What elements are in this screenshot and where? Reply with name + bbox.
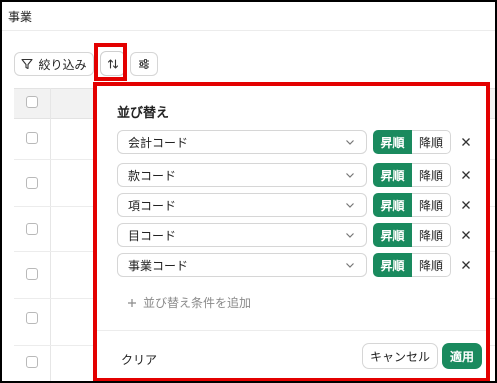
sort-condition-row: 会計コード 昇順 降順 <box>117 130 477 154</box>
cancel-button[interactable]: キャンセル <box>362 343 438 369</box>
sort-field-value: 款コード <box>128 168 177 183</box>
sort-condition-row: 事業コード 昇順 降順 <box>117 253 477 277</box>
sort-direction-toggle: 昇順 降順 <box>373 130 451 154</box>
sort-direction-toggle: 昇順 降順 <box>373 223 451 247</box>
sort-field-value: 会計コード <box>128 135 189 150</box>
filter-button[interactable]: 絞り込み <box>14 52 94 76</box>
descending-button[interactable]: 降順 <box>412 193 451 217</box>
ascending-button[interactable]: 昇順 <box>373 223 412 247</box>
filter-icon <box>21 58 34 70</box>
add-sort-condition-label: 並び替え条件を追加 <box>143 296 252 310</box>
sort-field-select[interactable]: 事業コード <box>117 253 367 277</box>
row-checkbox[interactable] <box>26 177 38 189</box>
header-divider <box>2 30 495 31</box>
sort-field-select[interactable]: 項コード <box>117 193 367 217</box>
ascending-button[interactable]: 昇順 <box>373 130 412 154</box>
sort-direction-toggle: 昇順 降順 <box>373 253 451 277</box>
column-settings-button[interactable] <box>130 52 158 76</box>
close-icon[interactable] <box>460 136 472 148</box>
panel-footer-divider <box>97 330 486 331</box>
sliders-icon <box>139 59 149 69</box>
sort-field-select[interactable]: 款コード <box>117 163 367 187</box>
page-title: 事業 <box>8 10 33 24</box>
plus-icon <box>128 298 136 307</box>
chevron-down-icon <box>346 233 354 238</box>
row-checkbox[interactable] <box>26 268 38 280</box>
column-divider <box>50 88 51 381</box>
ascending-button[interactable]: 昇順 <box>373 163 412 187</box>
row-checkbox[interactable] <box>26 356 38 368</box>
close-icon[interactable] <box>460 199 472 211</box>
select-all-checkbox[interactable] <box>26 96 38 108</box>
sort-field-value: 項コード <box>128 198 177 213</box>
chevron-down-icon <box>346 263 354 268</box>
close-icon[interactable] <box>460 229 472 241</box>
add-sort-condition-button[interactable]: 並び替え条件を追加 <box>127 294 251 311</box>
sort-field-value: 事業コード <box>128 258 189 273</box>
row-checkbox[interactable] <box>26 132 38 144</box>
sort-button-highlight <box>94 43 127 81</box>
sort-panel: 並び替え 会計コード 昇順 降順 款コード 昇順 降順 項コード 昇順 降順 目… <box>93 82 490 381</box>
chevron-down-icon <box>346 203 354 208</box>
sort-condition-row: 款コード 昇順 降順 <box>117 163 477 187</box>
descending-button[interactable]: 降順 <box>412 130 451 154</box>
close-icon[interactable] <box>460 169 472 181</box>
sort-field-select[interactable]: 目コード <box>117 223 367 247</box>
descending-button[interactable]: 降順 <box>412 163 451 187</box>
row-checkbox[interactable] <box>26 223 38 235</box>
sort-field-select[interactable]: 会計コード <box>117 130 367 154</box>
descending-button[interactable]: 降順 <box>412 223 451 247</box>
close-icon[interactable] <box>460 259 472 271</box>
clear-button[interactable]: クリア <box>121 351 157 368</box>
ascending-button[interactable]: 昇順 <box>373 193 412 217</box>
sort-direction-toggle: 昇順 降順 <box>373 163 451 187</box>
sort-panel-title: 並び替え <box>117 106 170 121</box>
app-window: 事業 絞り込み 並び替え 会計コード 昇順 降順 款コード 昇順 降順 項コード… <box>0 0 497 383</box>
chevron-down-icon <box>346 140 354 145</box>
sort-condition-row: 目コード 昇順 降順 <box>117 223 477 247</box>
filter-button-label: 絞り込み <box>38 57 87 72</box>
apply-button[interactable]: 適用 <box>442 343 482 369</box>
sort-direction-toggle: 昇順 降順 <box>373 193 451 217</box>
chevron-down-icon <box>346 173 354 178</box>
sort-field-value: 目コード <box>128 228 177 243</box>
ascending-button[interactable]: 昇順 <box>373 253 412 277</box>
sort-condition-row: 項コード 昇順 降順 <box>117 193 477 217</box>
descending-button[interactable]: 降順 <box>412 253 451 277</box>
row-checkbox[interactable] <box>26 312 38 324</box>
